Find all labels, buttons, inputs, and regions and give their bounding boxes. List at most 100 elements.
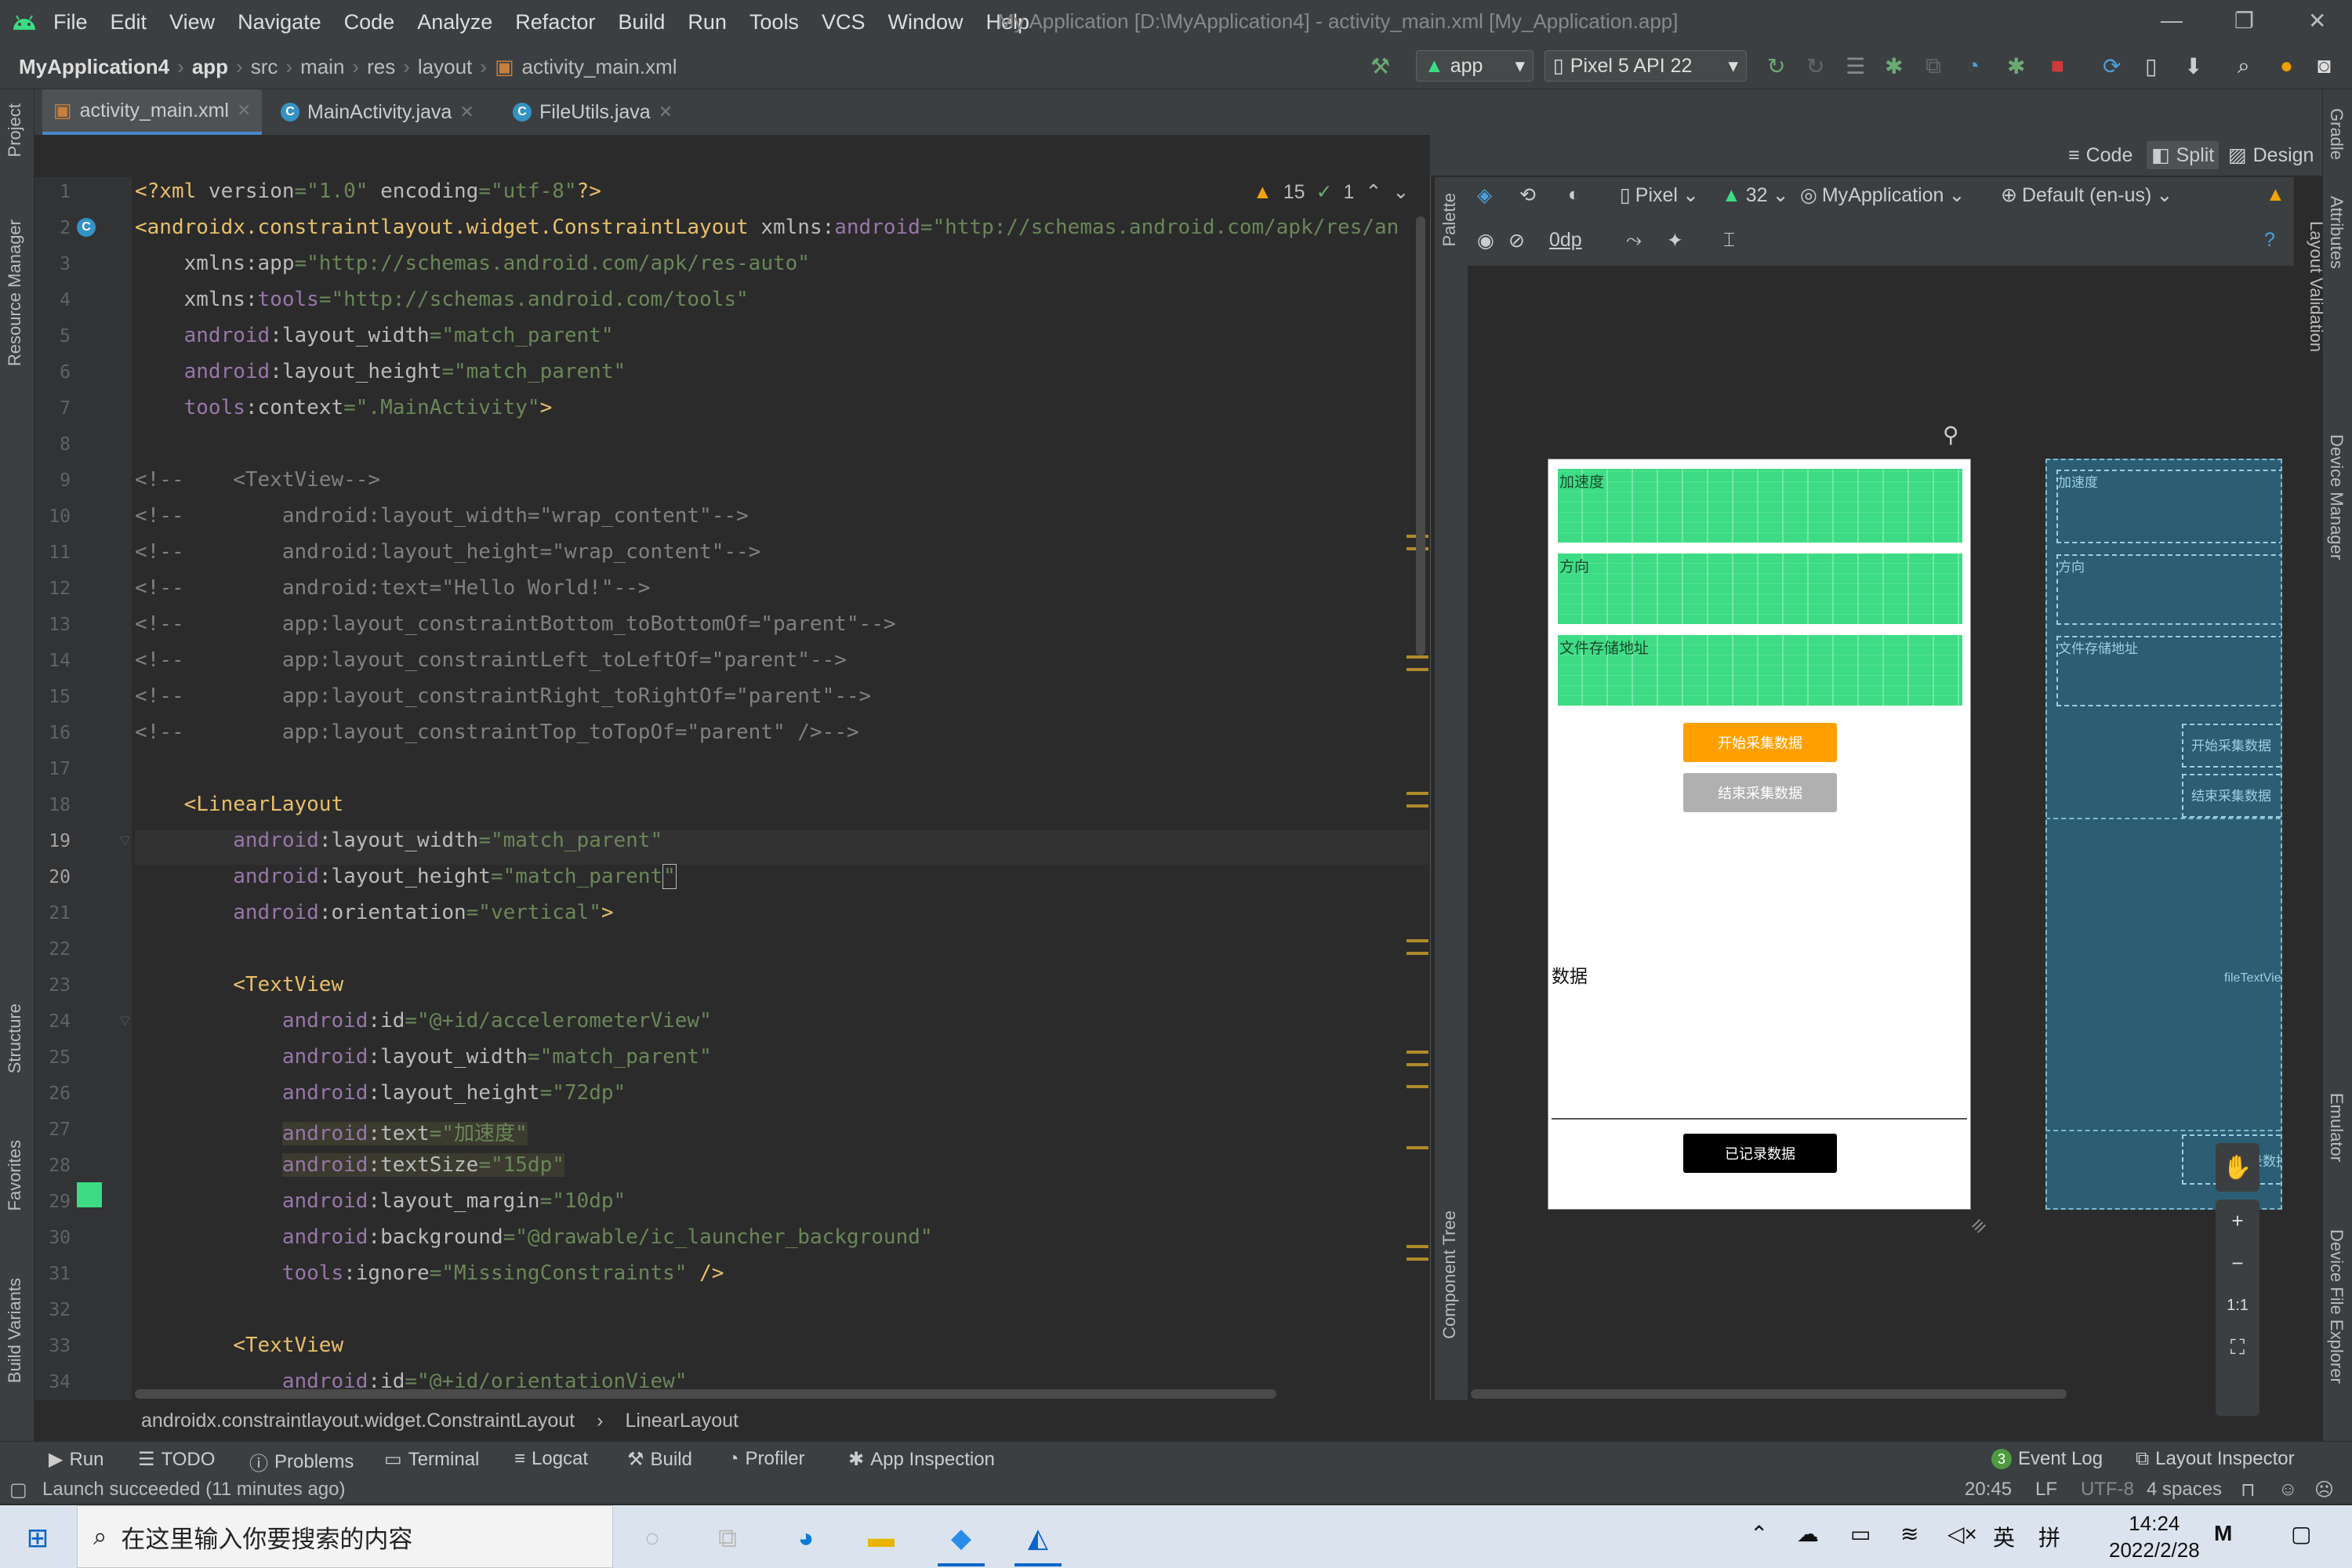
- restore-icon[interactable]: ❐: [2234, 8, 2254, 34]
- tool-profiler[interactable]: ◔ Profiler: [728, 1448, 805, 1470]
- breadcrumb-app[interactable]: app: [192, 55, 228, 79]
- tool-gradle[interactable]: Gradle: [2326, 108, 2347, 160]
- tool-problems[interactable]: ⓘ Problems: [249, 1448, 354, 1475]
- code-line-current[interactable]: android:layout_height="match_parent": [135, 864, 677, 889]
- tool-favorites[interactable]: Favorites: [5, 1140, 25, 1210]
- profile-icon[interactable]: ◔: [1966, 53, 1980, 78]
- xml-breadcrumb-root[interactable]: androidx.constraintlayout.widget.Constra…: [141, 1410, 575, 1432]
- menu-code[interactable]: Code: [344, 10, 395, 34]
- eye-icon[interactable]: ◉: [1477, 229, 1494, 252]
- tool-component-tree[interactable]: Component Tree: [1439, 1210, 1460, 1339]
- breadcrumb-res[interactable]: res: [367, 55, 395, 79]
- scroll-marker[interactable]: [1406, 1085, 1428, 1088]
- guidelines-icon[interactable]: ⌶: [1723, 229, 1735, 252]
- menu-build[interactable]: Build: [618, 10, 665, 34]
- scroll-marker[interactable]: [1406, 655, 1428, 659]
- start-collect-button[interactable]: 开始采集数据: [1683, 723, 1837, 762]
- tool-run[interactable]: ▶ Run: [49, 1448, 104, 1471]
- volume-icon[interactable]: ◁×: [1947, 1521, 1977, 1547]
- status-message[interactable]: Launch succeeded (11 minutes ago): [42, 1479, 345, 1501]
- menu-vcs[interactable]: VCS: [822, 10, 866, 34]
- search-icon[interactable]: ⌕: [2238, 53, 2250, 79]
- layers-icon[interactable]: ◈: [1477, 183, 1492, 207]
- scroll-marker[interactable]: [1406, 1146, 1428, 1149]
- orientation-icon[interactable]: ⟲: [1519, 183, 1536, 207]
- ime-language[interactable]: 英: [1993, 1521, 2015, 1552]
- tool-resource-manager[interactable]: Resource Manager: [5, 220, 25, 366]
- panel-toggle-icon[interactable]: ▢: [9, 1479, 27, 1501]
- zoom-actual-button[interactable]: 1:1: [2216, 1284, 2259, 1327]
- infer-constraints-icon[interactable]: ✦: [1667, 229, 1683, 252]
- theme-select[interactable]: ◎ MyApplication ⌄: [1800, 183, 1965, 207]
- magnet-icon[interactable]: ⊘: [1508, 229, 1525, 252]
- apply-changes-icon[interactable]: ↻: [1767, 53, 1785, 79]
- avd-manager-icon[interactable]: ▯: [2145, 53, 2157, 79]
- layout-preview[interactable]: 加速度 方向 文件存储地址 开始采集数据 结束采集数据 数据 已记录数据: [1548, 459, 1971, 1210]
- tool-terminal[interactable]: ▭ Terminal: [384, 1448, 479, 1471]
- tool-app-inspection[interactable]: ✱ App Inspection: [848, 1448, 995, 1471]
- tab-main-activity[interactable]: C MainActivity.java ✕: [270, 89, 485, 135]
- tool-build[interactable]: ⚒ Build: [627, 1448, 692, 1471]
- hammer-icon[interactable]: ⚒: [1370, 53, 1390, 79]
- lock-icon[interactable]: ⊓: [2241, 1479, 2256, 1501]
- scroll-marker[interactable]: [1406, 804, 1428, 808]
- file-encoding[interactable]: UTF-8: [2081, 1479, 2134, 1501]
- default-margin-select[interactable]: 0dp: [1549, 229, 1582, 252]
- pan-hand-icon[interactable]: ✋: [2216, 1143, 2259, 1192]
- apply-code-changes-icon[interactable]: ↻: [1806, 53, 1824, 79]
- tool-device-manager[interactable]: Device Manager: [2326, 434, 2347, 560]
- breadcrumb-project[interactable]: MyApplication4: [19, 55, 169, 79]
- menu-edit[interactable]: Edit: [111, 10, 147, 34]
- scroll-marker[interactable]: [1406, 952, 1428, 955]
- device-preview-select[interactable]: ▯ Pixel ⌄: [1620, 183, 1699, 207]
- orientation-view[interactable]: 方向: [1558, 554, 1962, 624]
- scroll-marker[interactable]: [1406, 1063, 1428, 1066]
- menu-analyze[interactable]: Analyze: [417, 10, 492, 34]
- scroll-marker[interactable]: [1406, 1258, 1428, 1261]
- ime-mode[interactable]: 拼: [2038, 1521, 2060, 1552]
- class-gutter-icon[interactable]: C: [77, 218, 96, 237]
- menu-navigate[interactable]: Navigate: [238, 10, 321, 34]
- mode-design-button[interactable]: ▨ Design: [2223, 141, 2318, 169]
- debug-icon[interactable]: ✱: [1885, 53, 1903, 79]
- menu-file[interactable]: File: [53, 10, 88, 34]
- wifi-icon[interactable]: ≋: [1900, 1521, 1918, 1547]
- coverage-icon[interactable]: ☰: [1846, 53, 1865, 79]
- ime-logo-icon[interactable]: M: [2214, 1521, 2232, 1546]
- tool-layout-inspector[interactable]: ⧉ Layout Inspector: [2136, 1448, 2295, 1470]
- update-icon[interactable]: ●: [2280, 53, 2293, 78]
- mode-code-button[interactable]: ≡ Code: [2063, 141, 2137, 169]
- tool-layout-validation[interactable]: Layout Validation: [2306, 221, 2326, 352]
- tool-event-log[interactable]: 3 Event Log: [1991, 1448, 2103, 1470]
- tab-file-utils[interactable]: C FileUtils.java ✕: [502, 89, 684, 135]
- menu-tools[interactable]: Tools: [750, 10, 799, 34]
- line-separator[interactable]: LF: [2035, 1479, 2057, 1501]
- scroll-marker[interactable]: [1406, 668, 1428, 671]
- close-tab-icon[interactable]: ✕: [237, 100, 251, 121]
- clear-constraints-icon[interactable]: ⤳: [1626, 229, 1642, 252]
- notifications-icon[interactable]: ▢: [2291, 1521, 2311, 1547]
- breadcrumb-layout[interactable]: layout: [418, 55, 472, 79]
- menu-view[interactable]: View: [169, 10, 215, 34]
- battery-icon[interactable]: ▭: [1850, 1521, 1871, 1547]
- menu-window[interactable]: Window: [887, 10, 963, 34]
- app-icon[interactable]: ◆: [941, 1518, 982, 1559]
- close-icon[interactable]: ✕: [2308, 8, 2326, 34]
- design-horizontal-scrollbar[interactable]: [1471, 1389, 2067, 1399]
- help-icon[interactable]: ?: [2264, 229, 2275, 252]
- zoom-out-button[interactable]: −: [2216, 1242, 2259, 1284]
- menu-run[interactable]: Run: [688, 10, 727, 34]
- tool-todo[interactable]: ☰ TODO: [138, 1448, 215, 1471]
- android-studio-taskbar-icon[interactable]: ◭: [1018, 1518, 1058, 1559]
- tool-structure[interactable]: Structure: [5, 1004, 25, 1073]
- windows-start-icon[interactable]: ⊞: [17, 1518, 58, 1559]
- fold-icon[interactable]: ⌔: [118, 1011, 132, 1031]
- menu-refactor[interactable]: Refactor: [515, 10, 595, 34]
- onedrive-icon[interactable]: ☁: [1797, 1521, 1819, 1547]
- chevron-down-icon[interactable]: ⌄: [1392, 180, 1409, 204]
- tool-palette[interactable]: Palette: [1439, 193, 1460, 247]
- locale-select[interactable]: ⊕ Default (en-us) ⌄: [2001, 183, 2172, 207]
- indent-setting[interactable]: 4 spaces: [2147, 1479, 2222, 1501]
- mode-split-button[interactable]: ◧ Split: [2147, 141, 2220, 169]
- inspection-widget[interactable]: ▲ 15 ✓ 1 ⌃ ⌄: [1253, 180, 1409, 204]
